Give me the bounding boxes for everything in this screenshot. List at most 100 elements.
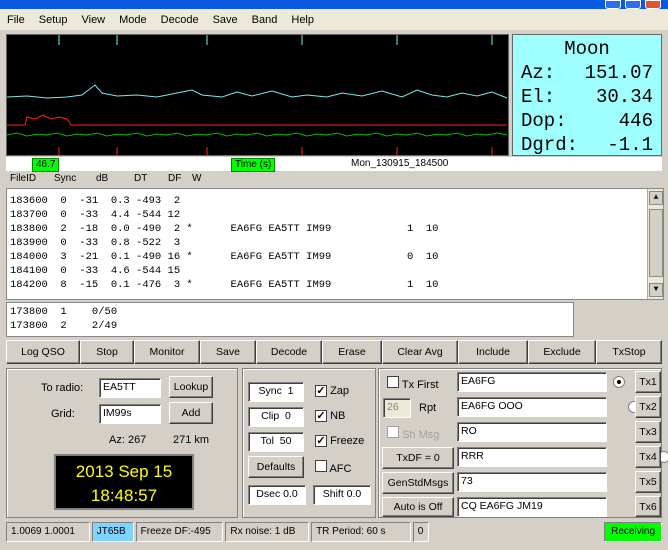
col-sync: Sync xyxy=(54,173,77,184)
tx4-button[interactable]: Tx4 xyxy=(635,446,661,468)
green-trace xyxy=(6,132,508,137)
menu-save[interactable]: Save xyxy=(206,14,245,26)
tx4-message[interactable]: RRR xyxy=(457,447,607,467)
tol-spinner[interactable]: Tol 50 xyxy=(248,432,304,452)
freeze-checkbox[interactable]: ✓ Freeze xyxy=(315,435,364,447)
status-bar: 1.0069 1.0001 JT65B Freeze DF:-495 Rx no… xyxy=(6,522,662,544)
tx5-button[interactable]: Tx5 xyxy=(635,471,661,493)
scroll-up-icon[interactable]: ▲ xyxy=(649,191,663,205)
decode-button[interactable]: Decode xyxy=(256,340,322,364)
menu-decode[interactable]: Decode xyxy=(154,14,206,26)
tx1-radio[interactable] xyxy=(613,376,625,388)
txdf-button[interactable]: TxDF = 0 xyxy=(382,447,454,469)
menu-view[interactable]: View xyxy=(74,14,112,26)
col-w: W xyxy=(192,173,202,184)
auto-button[interactable]: Auto is Off xyxy=(382,497,454,517)
afc-checkbox[interactable]: AFC xyxy=(315,460,351,475)
log-qso-button[interactable]: Log QSO xyxy=(6,340,80,364)
maximize-button[interactable] xyxy=(625,0,641,9)
clip-spinner[interactable]: Clip 0 xyxy=(248,407,304,427)
monitor-button[interactable]: Monitor xyxy=(134,340,200,364)
menu-help[interactable]: Help xyxy=(284,14,321,26)
tx-panel: Tx First 26 Rpt Sh Msg TxDF = 0 GenStdMs… xyxy=(378,368,668,518)
minimize-button[interactable] xyxy=(605,0,621,9)
sh-msg-label: Sh Msg xyxy=(402,429,440,441)
report-input[interactable]: 26 xyxy=(383,398,411,418)
tx6-button[interactable]: Tx6 xyxy=(635,496,661,517)
tx3-message[interactable]: RO xyxy=(457,422,607,442)
moon-panel: Moon Az: 151.07 El: 30.34 Dop: 446 Dgrd: -1.… xyxy=(512,34,662,156)
zap-label: Zap xyxy=(330,385,350,397)
clock-display: 2013 Sep 15 18:48:57 xyxy=(54,454,194,510)
erase-button[interactable]: Erase xyxy=(322,340,382,364)
col-db: dB xyxy=(96,173,109,184)
decode-line: 184100 0 -33 4.6 -544 15 xyxy=(10,265,181,277)
shift-spinner[interactable]: Shift 0.0 xyxy=(313,485,371,505)
tx5-message[interactable]: 73 xyxy=(457,472,607,492)
average-list[interactable]: 173800 1 0/50 173800 2 2/49 xyxy=(6,302,574,337)
time-label: Time (s) xyxy=(231,158,276,172)
tx3-button[interactable]: Tx3 xyxy=(635,421,661,443)
col-dt: DT xyxy=(134,173,148,184)
sync-value: 1 xyxy=(287,385,294,397)
tx1-button[interactable]: Tx1 xyxy=(635,371,661,393)
tx2-message[interactable]: EA6FG OOO xyxy=(457,397,607,417)
distance-readout: 271 km xyxy=(173,434,210,446)
red-trace xyxy=(7,114,507,126)
tx1-message[interactable]: EA6FG xyxy=(457,372,607,392)
freeze-label: Freeze xyxy=(330,435,365,447)
grid-input[interactable]: IM99s xyxy=(99,404,161,424)
avg-line: 173800 1 0/50 xyxy=(10,306,118,318)
menu-setup[interactable]: Setup xyxy=(32,14,75,26)
add-button[interactable]: Add xyxy=(169,402,213,424)
scroll-down-icon[interactable]: ▼ xyxy=(649,283,663,297)
col-fileid: FileID xyxy=(10,173,37,184)
decode-header: FileID Sync dB DT DF W xyxy=(6,173,336,187)
clear-avg-button[interactable]: Clear Avg xyxy=(382,340,458,364)
lookup-button[interactable]: Lookup xyxy=(169,376,213,398)
close-button[interactable] xyxy=(645,0,661,9)
status-mode: JT65B xyxy=(91,522,134,542)
clip-value: 0 xyxy=(285,410,291,422)
zap-checkbox[interactable]: ✓ Zap xyxy=(315,385,349,397)
gen-std-msgs-button[interactable]: GenStdMsgs xyxy=(382,472,454,494)
menu-band[interactable]: Band xyxy=(245,14,285,26)
tx-first-checkbox[interactable]: Tx First xyxy=(387,376,439,391)
sh-msg-checkbox[interactable]: Sh Msg xyxy=(387,426,439,441)
az-label: Az: xyxy=(521,62,556,84)
dgrd-label: Dgrd: xyxy=(521,134,579,156)
dgrd-value: -1.1 xyxy=(607,134,653,156)
avg-line: 173800 2 2/49 xyxy=(10,320,118,332)
dop-value: 446 xyxy=(618,110,653,132)
decode-line: 183700 0 -33 4.4 -544 12 xyxy=(10,209,181,221)
menu-file[interactable]: File xyxy=(0,14,32,26)
defaults-button[interactable]: Defaults xyxy=(248,456,304,478)
scroll-thumb[interactable] xyxy=(649,209,663,277)
nb-checkbox[interactable]: ✓ NB xyxy=(315,410,345,422)
to-radio-input[interactable]: EA5TT xyxy=(99,378,161,398)
exclude-button[interactable]: Exclude xyxy=(528,340,596,364)
decode-list[interactable]: 183600 0 -31 0.3 -493 2 183700 0 -33 4.4… xyxy=(6,188,664,300)
spectrum-graph[interactable] xyxy=(6,34,509,156)
col-df: DF xyxy=(168,173,182,184)
status-receiving: Receiving xyxy=(604,522,662,542)
tx6-message[interactable]: CQ EA6FG JM19 xyxy=(457,497,607,517)
tx-first-label: Tx First xyxy=(401,379,439,391)
txstop-button[interactable]: TxStop xyxy=(596,340,662,364)
sync-spinner[interactable]: Sync 1 xyxy=(248,382,304,402)
status-rx-noise: Rx noise: 1 dB xyxy=(225,522,310,542)
dsec-spinner[interactable]: Dsec 0.0 xyxy=(248,485,306,505)
el-label: El: xyxy=(521,86,556,108)
decode-scrollbar[interactable]: ▲ ▼ xyxy=(647,189,663,299)
cyan-trace xyxy=(6,84,508,99)
decode-line: 184000 3 -21 0.1 -490 16 * EA6FG EA5TT I… xyxy=(10,251,439,263)
save-button[interactable]: Save xyxy=(200,340,256,364)
status-freeze: Freeze DF:-495 xyxy=(135,522,224,542)
menu-mode[interactable]: Mode xyxy=(112,14,154,26)
decoder-controls-panel: Sync 1 Clip 0 Tol 50 Defaults Dsec 0.0 S… xyxy=(242,368,376,518)
include-button[interactable]: Include xyxy=(458,340,528,364)
dop-label: Dop: xyxy=(521,110,567,132)
tx2-button[interactable]: Tx2 xyxy=(635,396,661,418)
stop-button[interactable]: Stop xyxy=(80,340,134,364)
az-value: 151.07 xyxy=(584,62,653,84)
